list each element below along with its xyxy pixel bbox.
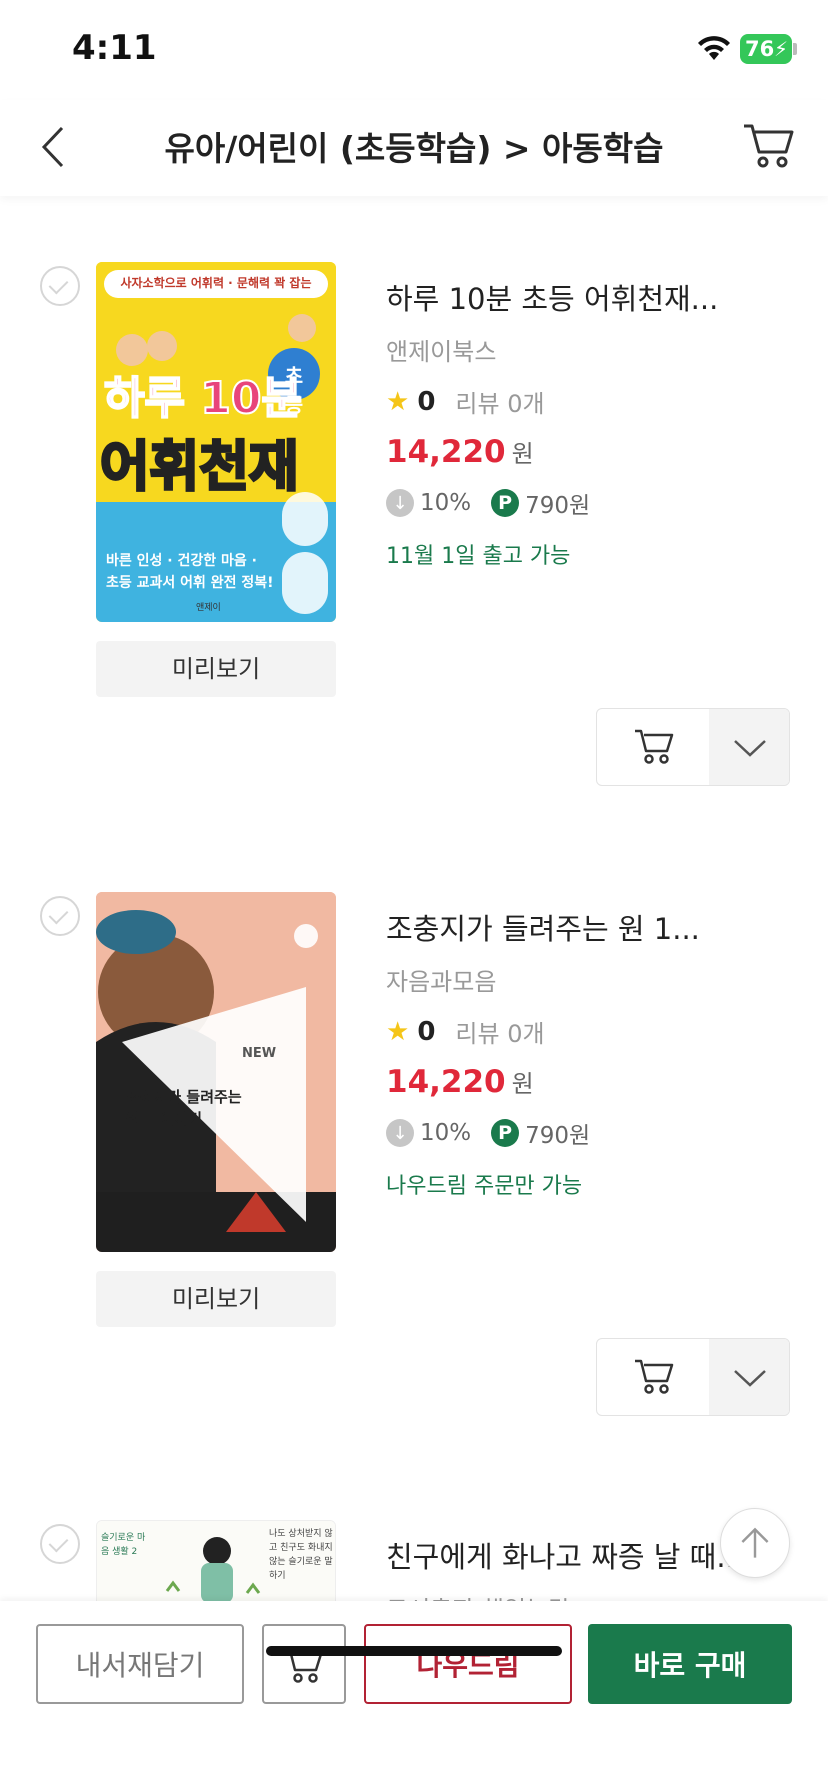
cover-title-line2: 어휘천재 [99,434,301,500]
select-checkbox[interactable] [40,1524,80,1564]
points-icon: P [491,489,520,517]
bottom-action-bar: 내서재담기 나우드림 바로 구매 [0,1601,828,1792]
review-count: 리뷰 0개 [455,1020,545,1048]
cover-art [96,892,336,1252]
battery-tip [793,43,797,55]
add-to-library-button[interactable]: 내서재담기 [36,1624,244,1704]
add-to-cart-button[interactable] [597,1339,709,1415]
cart-icon[interactable] [742,118,796,172]
cover-bottom-text: 바른 인성 · 건강한 마음 · 초등 교과서 어휘 완전 정복! [106,553,274,591]
book-publisher[interactable]: 자음과모음 [386,962,496,997]
home-indicator [266,1646,562,1656]
cover-title-line2: 원 1 이야기 [126,1110,203,1128]
book-cover[interactable]: 사자소학으로 어휘력 · 문해력 꽉 잡는 하루 10분 초등 어휘천재 바른 … [96,262,336,622]
status-time: 4:11 [72,28,157,68]
item-actions [596,1338,790,1416]
book-cover[interactable]: NEW 조충지가 들려주는 원 1 이야기 [96,892,336,1252]
book-title[interactable]: 조충지가 들려주는 원 1... [386,906,700,948]
book-publisher[interactable]: 도서출판 책읽는달 [386,1590,570,1601]
star-icon: ★ [386,1016,410,1047]
book-publisher[interactable]: 앤제이북스 [386,332,496,367]
shipping-info: 11월 1일 출고 가능 [386,544,571,569]
cover-publisher: 앤제이 [196,603,221,613]
price-value: 14,220 [386,434,506,470]
wifi-icon [698,36,730,60]
rating-score: 0 [417,1016,436,1047]
preview-button[interactable]: 미리보기 [96,641,336,697]
cover-badge: NEW [242,1046,277,1061]
star-icon: ★ [386,386,410,417]
header: 유아/어린이 (초등학습) > 아동학습 [0,100,828,196]
add-to-cart-button[interactable] [597,709,709,785]
nowdream-button[interactable]: 나우드림 [364,1624,572,1704]
select-checkbox[interactable] [40,266,80,306]
download-coupon-icon: ↓ [386,1119,414,1147]
price: 14,220 원 [386,434,534,470]
points-value: 790원 [525,1123,591,1149]
cover-badge: 초등 [284,364,304,417]
benefits: ↓ 10% P 790원 [386,1116,590,1150]
price-value: 14,220 [386,1064,506,1100]
chevron-down-icon[interactable] [709,709,790,785]
download-coupon-icon: ↓ [386,489,414,517]
shipping-info: 나우드림 주문만 가능 [386,1174,583,1199]
back-icon[interactable] [36,122,76,172]
price-unit: 원 [511,440,534,468]
page-title: 유아/어린이 (초등학습) > 아동학습 [164,129,664,168]
discount-rate: 10% [420,1120,472,1146]
rating: ★ 0 리뷰 0개 [386,1014,545,1049]
status-bar: 4:11 76 ⚡ [0,0,828,100]
battery-level: 76 [745,37,775,61]
battery-icon: 76 ⚡ [740,34,792,64]
discount-rate: 10% [420,490,472,516]
select-checkbox[interactable] [40,896,80,936]
points-icon: P [491,1119,520,1147]
chevron-down-icon[interactable] [709,1339,790,1415]
book-title[interactable]: 하루 10분 초등 어휘천재... [386,276,718,318]
product-list[interactable]: 사자소학으로 어휘력 · 문해력 꽉 잡는 하루 10분 초등 어휘천재 바른 … [0,196,828,1601]
book-cover[interactable]: 슬기로운 마음 생활 2 나도 상처받지 않고 친구도 화내지 않는 슬기로운 … [96,1520,336,1601]
points-value: 790원 [525,493,591,519]
cover-banner: 사자소학으로 어휘력 · 문해력 꽉 잡는 [120,276,312,290]
rating-score: 0 [417,386,436,417]
item-actions [596,708,790,786]
review-count: 리뷰 0개 [455,390,545,418]
cover-title-line1: 하루 10분 [103,372,303,425]
price: 14,220 원 [386,1064,534,1100]
scroll-top-button[interactable] [720,1508,790,1578]
cover-label-a: 슬기로운 마음 생활 2 [101,1533,146,1557]
cover-label-b: 나도 상처받지 않고 친구도 화내지 않는 슬기로운 말하기 [269,1529,333,1581]
benefits: ↓ 10% P 790원 [386,486,590,520]
buy-now-button[interactable]: 바로 구매 [588,1624,792,1704]
bottom-cart-button[interactable] [262,1624,346,1704]
rating: ★ 0 리뷰 0개 [386,384,545,419]
preview-button[interactable]: 미리보기 [96,1271,336,1327]
book-title[interactable]: 친구에게 화나고 짜증 날 때... [386,1534,744,1576]
price-unit: 원 [511,1070,534,1098]
cover-title-line1: 조충지가 들려주는 [126,1088,242,1106]
